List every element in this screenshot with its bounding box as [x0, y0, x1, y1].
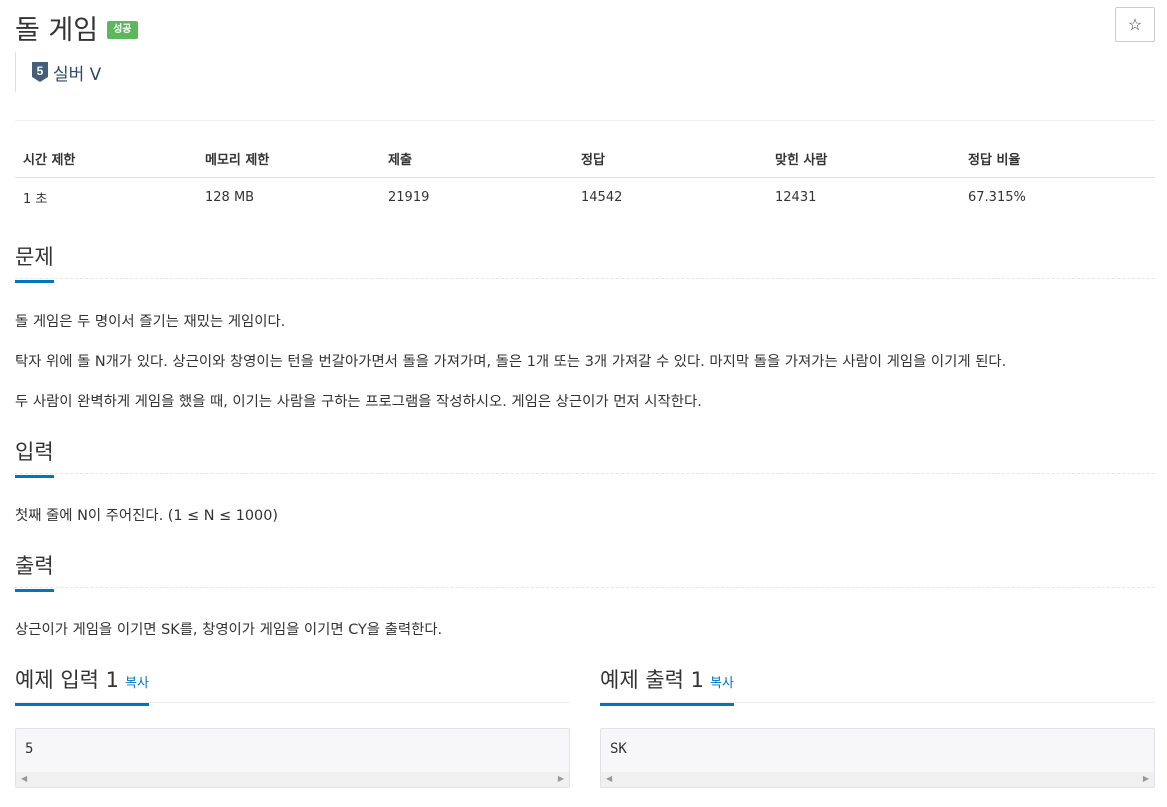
problem-info-table: 시간 제한 메모리 제한 제출 정답 맞힌 사람 정답 비율 1 초 128 M… — [15, 141, 1155, 217]
accept-ratio-value: 67.315% — [968, 190, 1026, 205]
tier-number: 5 — [37, 64, 44, 78]
input-section-header: 입력 — [15, 436, 1155, 478]
copy-sample-input-button[interactable]: 복사 — [125, 676, 149, 691]
problem-heading: 문제 — [15, 241, 54, 283]
tier-label: 실버 V — [53, 64, 102, 85]
scroll-right-icon[interactable]: ▶ — [1143, 774, 1149, 783]
title-row: 돌 게임 성공 — [15, 8, 138, 47]
output-section-header: 출력 — [15, 550, 1155, 592]
scroll-right-icon[interactable]: ▶ — [558, 774, 564, 783]
silver-tier-icon: 5 — [32, 62, 48, 82]
result-badge: 성공 — [107, 20, 138, 39]
sample-output-title: 예제 출력 1 — [600, 668, 704, 692]
sample-input-value: 5 — [25, 741, 34, 757]
star-button[interactable]: ☆ — [1115, 7, 1155, 42]
header-solved-users: 맞힌 사람 — [767, 141, 960, 178]
copy-sample-output-button[interactable]: 복사 — [710, 676, 734, 691]
header-accepted: 정답 — [573, 141, 767, 178]
page-title: 돌 게임 — [15, 15, 99, 46]
sample-output-heading: 예제 출력 1 복사 — [600, 664, 734, 706]
problem-paragraph: 탁자 위에 돌 N개가 있다. 상근이와 창영이는 턴을 번갈아가면서 돌을 가… — [15, 354, 1007, 370]
problem-section-header: 문제 — [15, 241, 1155, 283]
time-limit-value: 1 초 — [23, 192, 48, 207]
sample-input-title: 예제 입력 1 — [15, 668, 119, 692]
horizontal-scrollbar[interactable]: ◀ ▶ — [16, 772, 569, 787]
scroll-left-icon[interactable]: ◀ — [606, 774, 612, 783]
table-row: 1 초 128 MB 21919 14542 12431 67.315% — [15, 178, 1155, 218]
sample-input-heading: 예제 입력 1 복사 — [15, 664, 149, 706]
table-header-row: 시간 제한 메모리 제한 제출 정답 맞힌 사람 정답 비율 — [15, 141, 1155, 178]
memory-limit-value: 128 MB — [205, 190, 255, 205]
scroll-left-icon[interactable]: ◀ — [21, 774, 27, 783]
problem-paragraph: 돌 게임은 두 명이서 즐기는 재밌는 게임이다. — [15, 314, 286, 330]
sample-output-box[interactable]: SK ◀ ▶ — [600, 728, 1155, 788]
sample-input-box[interactable]: 5 ◀ ▶ — [15, 728, 570, 788]
header-submissions: 제출 — [380, 141, 573, 178]
input-heading: 입력 — [15, 436, 54, 478]
problem-paragraph: 두 사람이 완벽하게 게임을 했을 때, 이기는 사람을 구하는 프로그램을 작… — [15, 394, 702, 410]
sample-input-header: 예제 입력 1 복사 — [15, 664, 570, 706]
header-memory-limit: 메모리 제한 — [197, 141, 380, 178]
divider — [15, 120, 1155, 121]
accepted-value: 14542 — [581, 190, 623, 205]
solved-users-value: 12431 — [775, 190, 817, 205]
header-time-limit: 시간 제한 — [15, 141, 197, 178]
sample-output-value: SK — [610, 741, 627, 757]
header-accept-ratio: 정답 비율 — [960, 141, 1155, 178]
star-icon: ☆ — [1127, 16, 1143, 34]
tier-badge[interactable]: 5 실버 V — [15, 52, 101, 92]
output-description: 상근이가 게임을 이기면 SK를, 창영이가 게임을 이기면 CY을 출력한다. — [15, 622, 443, 638]
output-heading: 출력 — [15, 550, 54, 592]
submissions-value: 21919 — [388, 190, 430, 205]
sample-output-header: 예제 출력 1 복사 — [600, 664, 1155, 706]
input-description: 첫째 줄에 N이 주어진다. (1 ≤ N ≤ 1000) — [15, 508, 278, 524]
horizontal-scrollbar[interactable]: ◀ ▶ — [601, 772, 1154, 787]
